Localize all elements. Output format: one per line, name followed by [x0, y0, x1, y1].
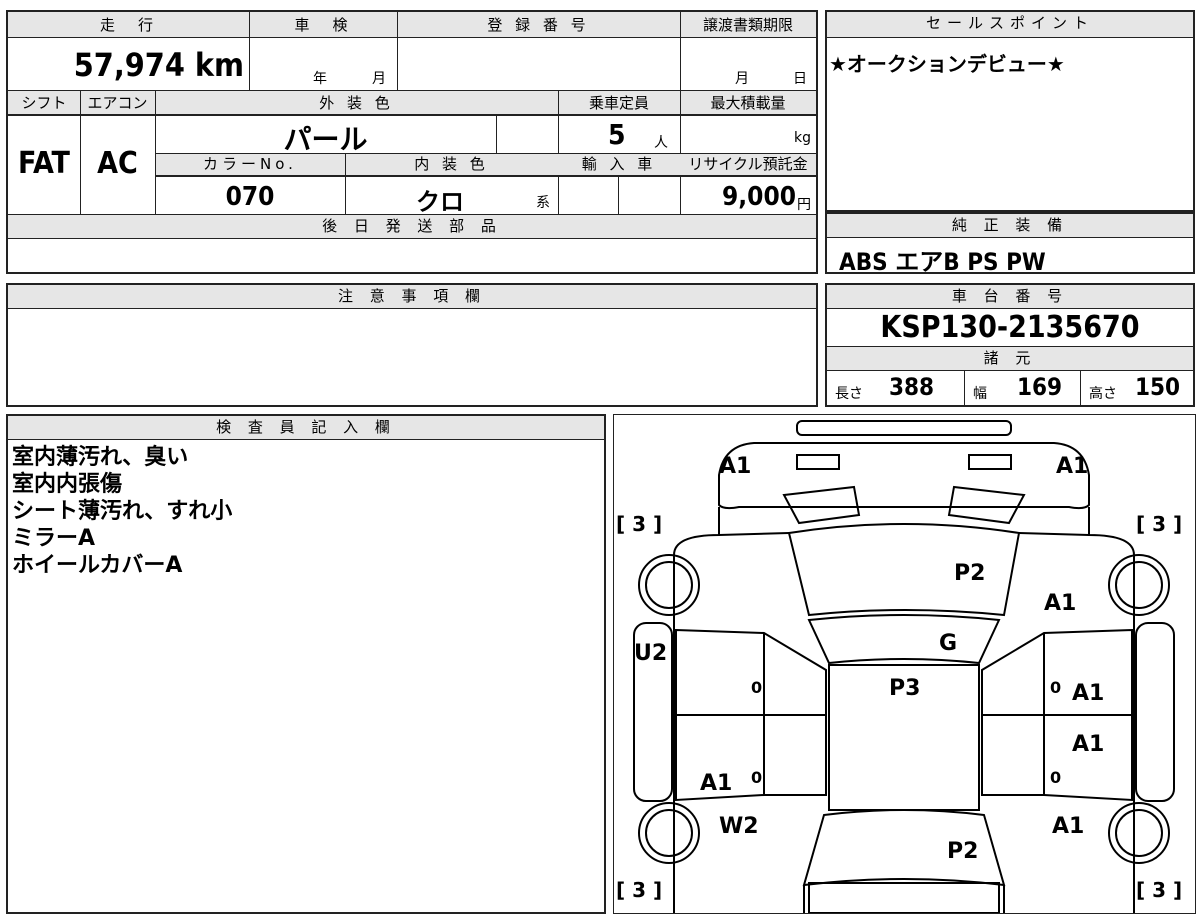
mark-hood: P2: [954, 561, 985, 586]
mark-windshield: G: [939, 631, 957, 656]
width-value: 169: [1017, 373, 1063, 401]
capacity-label: 乗車定員: [588, 94, 649, 112]
door-zero-mark: 0: [1050, 678, 1061, 697]
interior-color-unit: 系: [536, 195, 550, 211]
height-label: 高さ: [1089, 386, 1117, 402]
inspection-month-unit: 月: [372, 71, 386, 87]
later-parts-label: 後 日 発 送 部 品: [8, 215, 816, 239]
transfer-month-unit: 月: [735, 71, 749, 87]
chassis-box: 車 台 番 号 KSP130-2135670 諸 元 長さ 388 幅 169 …: [825, 283, 1195, 407]
length-label: 長さ: [835, 386, 863, 402]
interior-color-value: クロ: [416, 188, 464, 216]
chassis-label: 車 台 番 号: [827, 285, 1193, 309]
interior-color-label: 内 装 色: [414, 155, 489, 173]
mark-right-front-door: A1: [1072, 681, 1104, 706]
length-value: 388: [889, 373, 935, 401]
import-label: 輸 入 車: [581, 155, 657, 173]
mark-trunk: P2: [947, 839, 978, 864]
mileage-label: 走 行: [99, 16, 157, 34]
vehicle-info-table: 走 行 車 検 登 録 番 号 譲渡書類期限 57,974 km 年 月 月 日…: [6, 10, 818, 274]
transfer-day-unit: 日: [793, 71, 807, 87]
mark-right-rear-fender: A1: [1052, 814, 1084, 839]
chassis-number: KSP130-2135670: [880, 310, 1140, 345]
inspector-notes-box: 検 査 員 記 入 欄 室内薄汚れ、臭い 室内内張傷 シート薄汚れ、すれ小 ミラ…: [6, 414, 606, 914]
width-label: 幅: [973, 386, 987, 402]
recycle-label: リサイクル預託金: [688, 155, 808, 173]
capacity-value: 5: [608, 118, 626, 151]
color-no-label: カラーNo.: [203, 155, 297, 173]
sales-point-text: ★オークションデビュー★: [829, 52, 1065, 76]
caution-label: 注 意 事 項 欄: [8, 285, 816, 309]
sales-point-box: セールスポイント ★オークションデビュー★: [825, 10, 1195, 212]
note-line: 室内内張傷: [12, 472, 123, 497]
exterior-color-value: パール: [283, 123, 368, 156]
tire-label-front-left: [ 3 ]: [616, 512, 662, 536]
standard-equipment-box: 純 正 装 備 ABS エアB PS PW: [825, 212, 1195, 276]
inspector-notes: 室内薄汚れ、臭い 室内内張傷 シート薄汚れ、すれ小 ミラーA ホイールカバーA: [12, 444, 232, 579]
exterior-color-label: 外 装 色: [319, 94, 394, 112]
inspector-label: 検 査 員 記 入 欄: [8, 416, 604, 440]
spec-label: 諸 元: [827, 347, 1193, 371]
tire-label-front-right: [ 3 ]: [1136, 512, 1182, 536]
mark-left-rear-fender: W2: [719, 814, 759, 839]
sales-point-label: セールスポイント: [827, 12, 1193, 38]
recycle-value: 9,000: [722, 182, 796, 212]
standard-equipment-items: ABS エアB PS PW: [839, 248, 1046, 276]
color-no-value: 070: [225, 182, 275, 212]
caution-box: 注 意 事 項 欄: [6, 283, 818, 407]
door-zero-mark: 0: [1050, 768, 1061, 787]
car-diagram-box: A1 A1 P2 A1 G U2 P3 A1 A1 A1 W2 A1 P2 [ …: [613, 414, 1196, 914]
aircon-value: AC: [97, 146, 138, 181]
note-line: ミラーA: [12, 526, 96, 551]
inspection-label: 車 検: [294, 16, 352, 34]
mark-left-rear-door: A1: [700, 771, 732, 796]
capacity-unit: 人: [654, 135, 668, 151]
mark-roof: P3: [889, 676, 920, 701]
door-zero-mark: 0: [751, 678, 762, 697]
max-load-label: 最大積載量: [710, 94, 786, 112]
mark-left-front-fender: U2: [634, 641, 667, 666]
standard-equipment-label: 純 正 装 備: [827, 214, 1193, 238]
transfer-deadline-label: 譲渡書類期限: [702, 16, 793, 34]
car-diagram: A1 A1 P2 A1 G U2 P3 A1 A1 A1 W2 A1 P2 [ …: [616, 420, 1182, 913]
registration-label: 登 録 番 号: [487, 16, 590, 34]
shift-value: FAT: [18, 146, 70, 181]
note-line: シート薄汚れ、すれ小: [12, 499, 233, 524]
note-line: 室内薄汚れ、臭い: [12, 445, 189, 470]
mark-right-rear-door: A1: [1072, 732, 1104, 757]
mileage-value: 57,974 km: [73, 46, 244, 84]
note-line: ホイールカバーA: [12, 553, 183, 578]
shift-label: シフト: [21, 94, 67, 112]
tire-label-rear-right: [ 3 ]: [1136, 878, 1182, 902]
door-zero-mark: 0: [751, 768, 762, 787]
max-load-unit: kg: [794, 130, 811, 146]
height-value: 150: [1135, 373, 1181, 401]
recycle-unit: 円: [797, 197, 811, 213]
aircon-label: エアコン: [87, 94, 148, 112]
mark-front-left-corner: A1: [719, 454, 751, 479]
mark-right-front-fender: A1: [1044, 591, 1076, 616]
tire-label-rear-left: [ 3 ]: [616, 878, 662, 902]
mark-front-right-corner: A1: [1056, 454, 1088, 479]
inspection-year-unit: 年: [313, 71, 327, 87]
